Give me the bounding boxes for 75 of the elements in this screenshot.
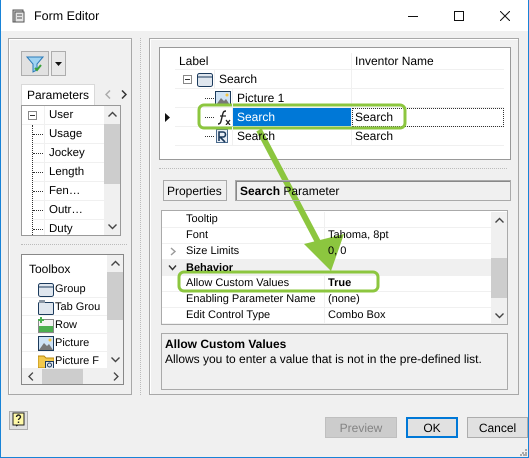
scrollbar[interactable] [107,255,123,368]
tree-item[interactable]: Usage [44,125,86,143]
scroll-icon [10,8,26,24]
picture-icon [38,334,54,350]
toolbox-item[interactable]: Group [22,280,107,298]
horizontal-scrollbar[interactable] [22,368,123,384]
toolbox-title: Toolbox [28,261,72,278]
chevron-up-icon [110,260,120,266]
property-name: Tooltip [183,212,325,227]
chevron-right-icon [113,372,119,380]
table-cell: Search [355,129,394,143]
chevron-left-icon [28,372,34,380]
group-icon [197,71,213,87]
category-label: Behavior [185,262,234,274]
dropdown-button[interactable] [51,51,66,76]
column-header[interactable]: Label [175,53,352,70]
chevron-left-icon[interactable] [105,90,112,99]
properties-label: Properties [163,180,227,201]
filter-button[interactable] [21,51,49,76]
collapse-icon[interactable] [183,74,192,84]
property-name: Edit Control Type [183,308,325,323]
tab[interactable]: Parameters [21,84,96,105]
dialog-button[interactable]: OK [406,417,458,438]
dialog-button[interactable]: Cancel [467,417,528,438]
chevron-down-icon[interactable] [168,263,177,272]
tab-group-icon [38,298,54,314]
chevron-up-icon [494,217,504,223]
tree-item[interactable]: Search [232,108,351,126]
collapse-icon[interactable] [28,110,37,120]
tree-item[interactable]: Picture 1 [232,89,351,107]
function-icon [215,109,231,125]
property-name: Allow Custom Values [183,276,325,291]
scrollbar[interactable] [491,212,507,324]
help-button[interactable] [9,410,28,430]
tree-item[interactable]: Fen… [44,182,84,200]
toolbox-item[interactable]: Tab Grou [22,298,107,316]
filter-icon [26,54,44,72]
group-icon [38,280,54,296]
caret-icon [55,62,62,66]
property-value[interactable]: (none) [325,292,491,307]
chevron-right-icon[interactable] [121,90,128,99]
property-value[interactable]: True [325,276,491,291]
tree-item[interactable]: Outr… [44,201,87,219]
tree-item[interactable]: Duty [44,220,77,235]
property-name: Enabling Parameter Name [183,292,325,307]
current-row-icon [165,113,170,122]
toolbox-item[interactable]: Row [22,316,107,334]
scrollbar-thumb[interactable] [491,258,507,298]
maximize-icon[interactable] [454,10,464,20]
tree-item[interactable]: User [44,106,78,124]
property-value[interactable]: Tahoma, 8pt [325,228,491,243]
help-icon [12,412,26,428]
column-header[interactable]: Inventor Name [352,53,504,70]
tree-item[interactable]: Length [44,163,88,181]
scrollbar[interactable] [104,106,120,235]
tree-item[interactable]: Search [214,70,351,88]
property-value[interactable]: Combo Box [325,308,491,323]
close-icon[interactable] [500,10,510,20]
description-text: Allows you to enter a value that is not in the pre-defined list. [165,352,483,366]
scrollbar-thumb[interactable] [104,124,120,184]
resize-grip-icon [520,449,527,456]
tree-item[interactable]: Jockey [44,144,89,162]
folder-icon [38,352,54,368]
chevron-up-icon [108,111,116,117]
description-title: Allow Custom Values [165,337,288,351]
table-cell: Search [355,110,394,124]
toolbox-item[interactable]: Picture [22,334,107,352]
chevron-down-icon [108,224,116,230]
row-icon [38,316,54,332]
chevron-down-icon [110,357,120,363]
chevron-down-icon [494,313,504,319]
property-value[interactable]: 0, 0 [325,244,491,259]
scrollbar-thumb[interactable] [42,368,84,384]
scrollbar-thumb[interactable] [107,272,123,320]
window-title: Form Editor [34,8,100,22]
